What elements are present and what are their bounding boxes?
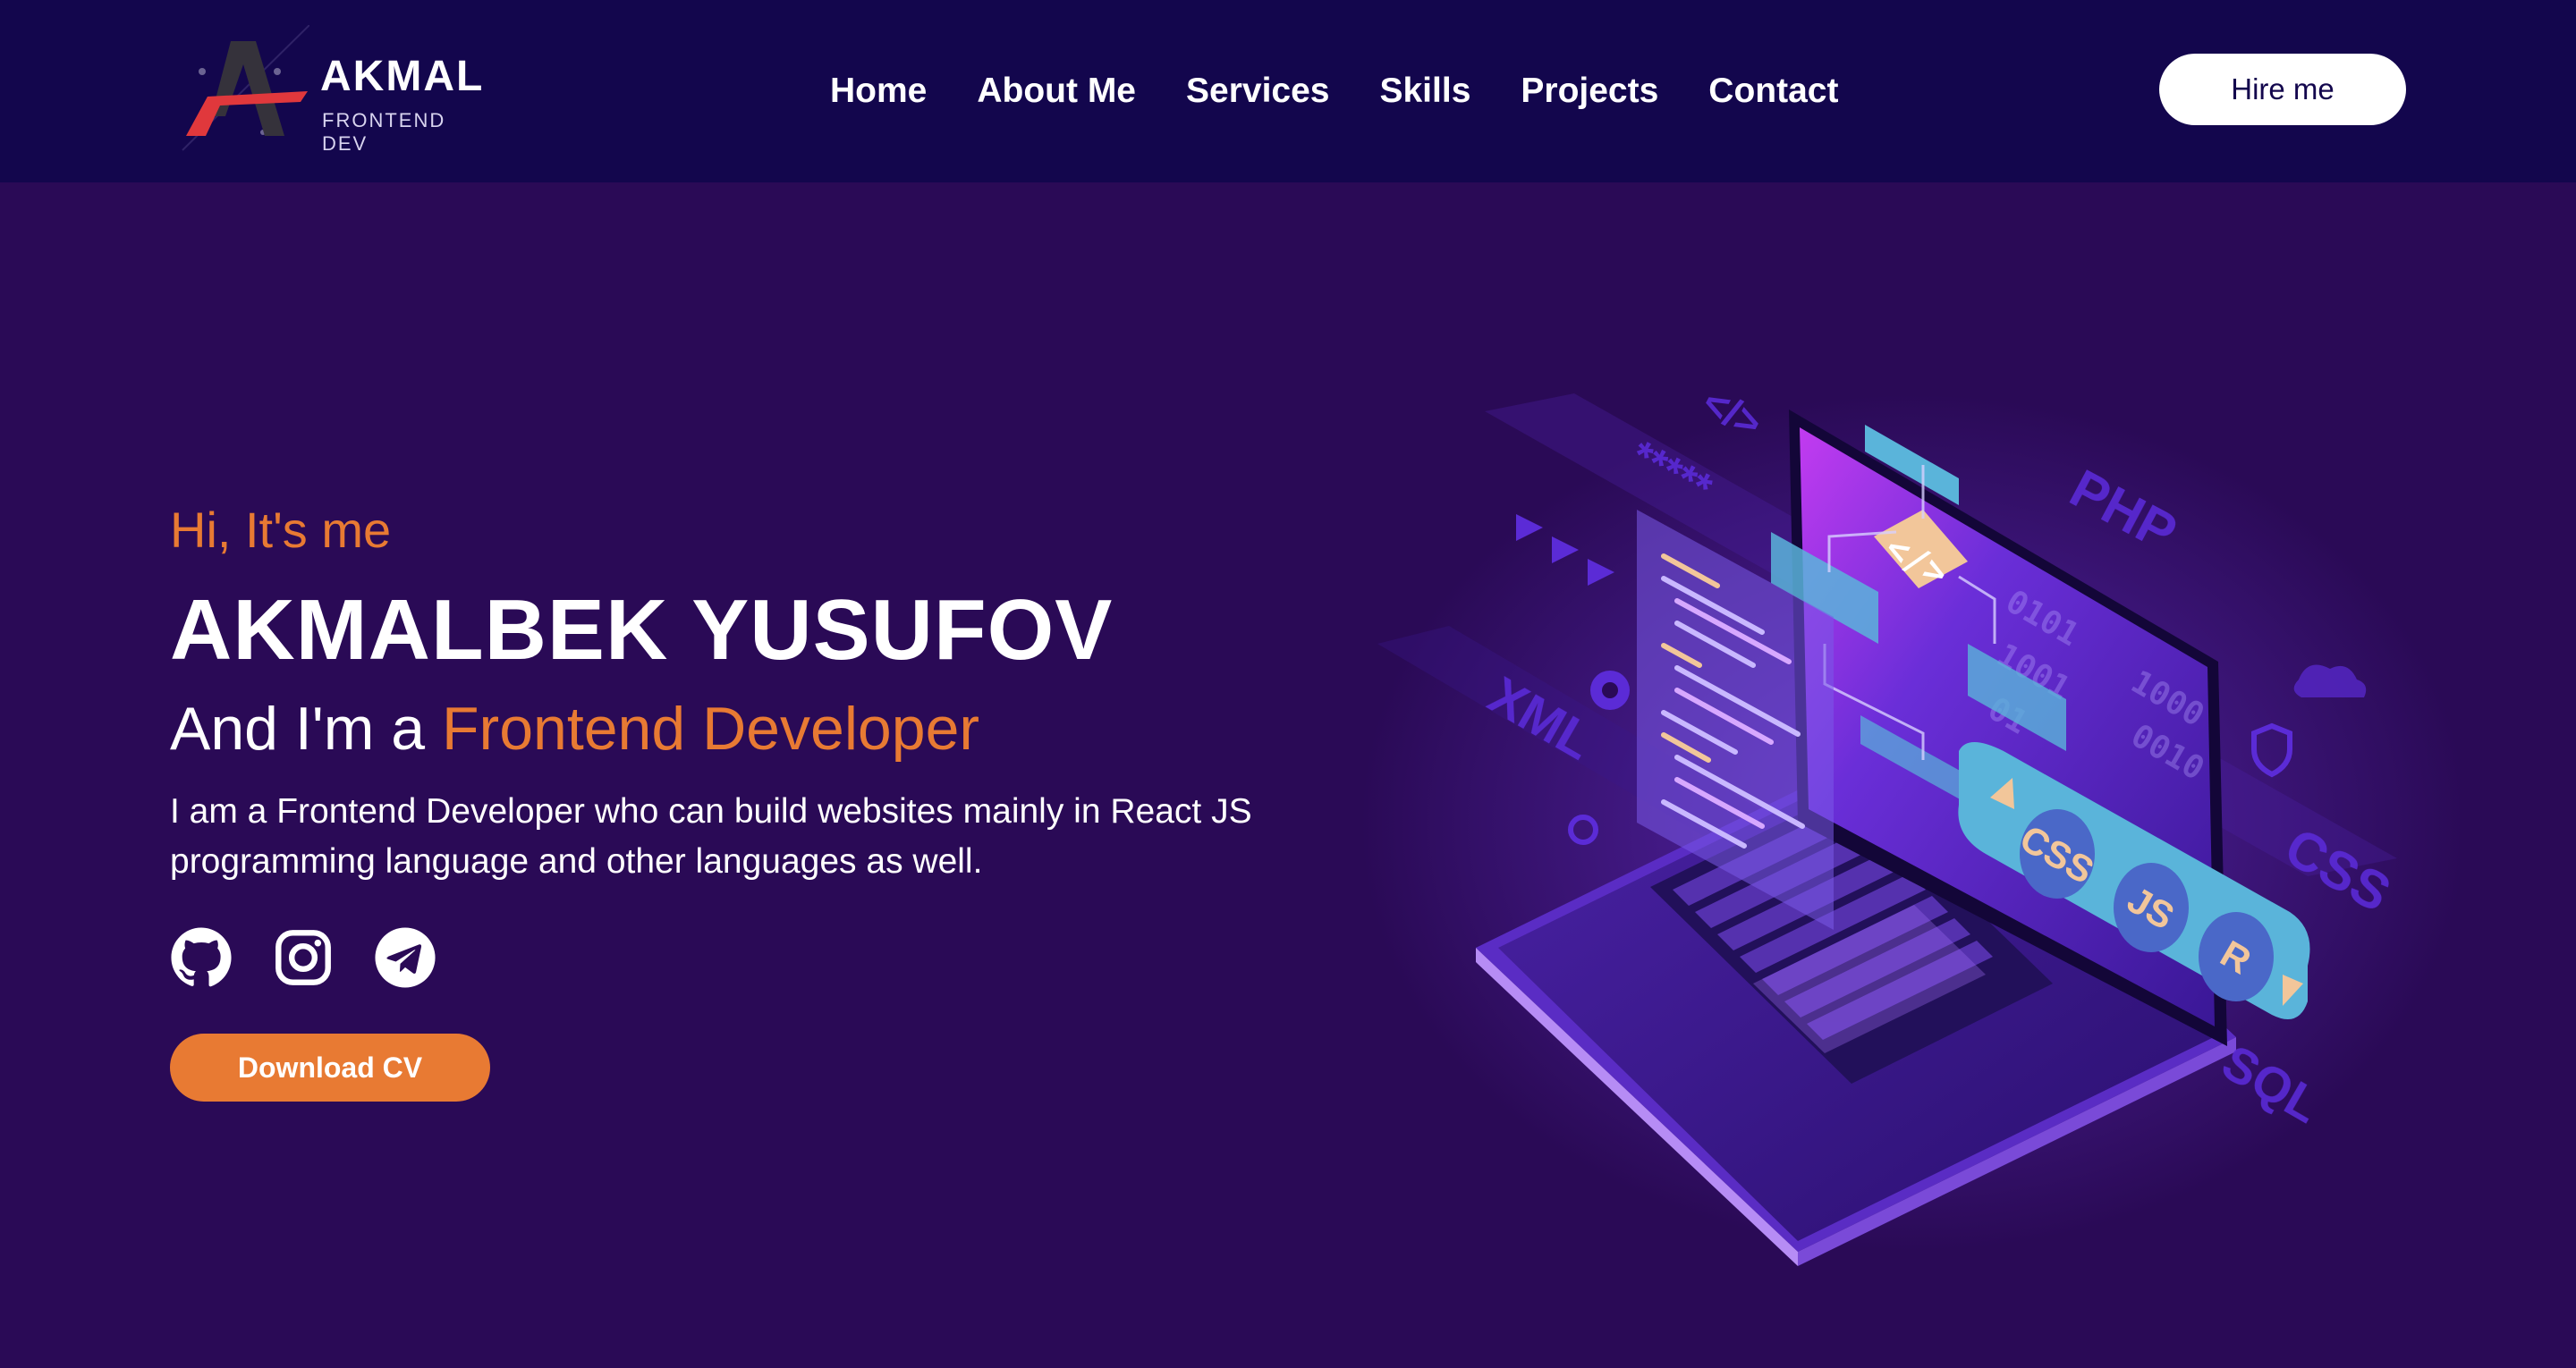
hero-greeting: Hi, It's me [170,502,392,558]
nav-contact[interactable]: Contact [1708,64,1838,118]
hire-me-button[interactable]: Hire me [2159,54,2406,125]
hero-description: I am a Frontend Developer who can build … [170,792,1252,881]
hero-role-highlight: Frontend Developer [442,695,980,763]
hero-name: AKMALBEK YUSUFOV [170,582,1114,678]
instagram-icon[interactable] [272,926,335,989]
brand-name: AKMAL [320,53,485,100]
hero-role-prefix: And I'm a [170,695,443,763]
nav-home[interactable]: Home [830,64,927,118]
site-header: AKMAL FRONTEND DEV Home About Me Service… [0,0,2576,182]
nav-projects[interactable]: Projects [1521,64,1658,118]
nav-services[interactable]: Services [1186,64,1329,118]
nav-about-me[interactable]: About Me [977,64,1136,118]
hero-role: And I'm a Frontend Developer [170,694,979,764]
social-links [170,926,436,989]
main-nav: Home About Me Services Skills Projects C… [830,64,1838,118]
telegram-icon[interactable] [374,926,436,989]
laptop-illustration: 0101 1001 01 1000 0010 </> [1360,378,2460,1266]
github-icon[interactable] [170,926,233,989]
logo-a-icon [182,25,309,151]
brand-tagline: FRONTEND DEV [322,109,446,155]
download-cv-button[interactable]: Download CV [170,1034,490,1102]
logo[interactable]: AKMAL FRONTEND DEV [175,25,497,159]
nav-skills[interactable]: Skills [1379,64,1470,118]
